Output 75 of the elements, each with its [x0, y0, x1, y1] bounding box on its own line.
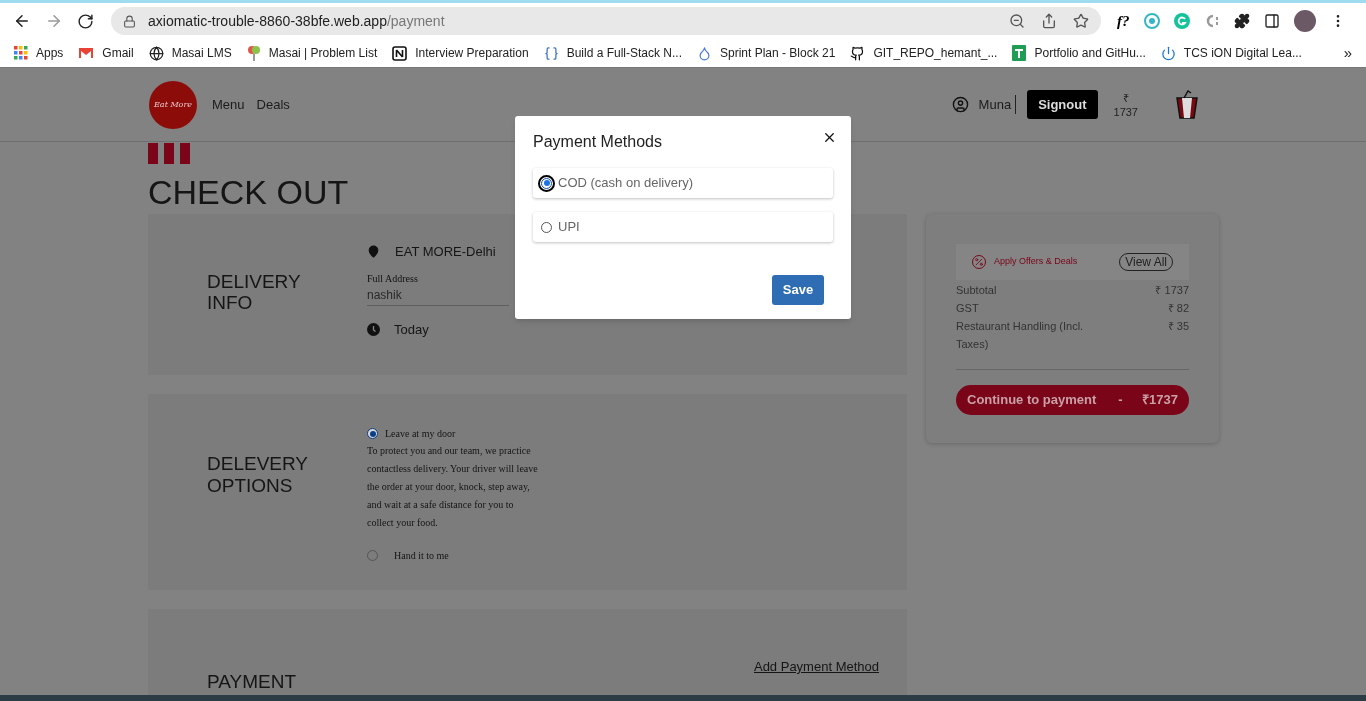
summary-amount: ₹ 1737: [1155, 283, 1189, 298]
sheet-icon: [1012, 45, 1027, 61]
mail-icon: [78, 47, 95, 59]
bucket-icon[interactable]: [1174, 89, 1200, 120]
braces-icon: [543, 45, 559, 61]
summary-amount: ₹ 82: [1167, 301, 1189, 316]
close-icon[interactable]: [822, 130, 837, 145]
payment-option[interactable]: COD (cash on delivery): [533, 168, 833, 198]
globe-icon: [148, 45, 164, 61]
extension-text[interactable]: f?: [1117, 9, 1130, 33]
address-bar[interactable]: axiomatic-trouble-8860-38bfe.web.app/payment: [111, 7, 1101, 35]
section-heading: DELEVERY OPTIONS: [207, 453, 309, 497]
balloon-icon: [246, 45, 261, 61]
currency-symbol: ₹: [1122, 90, 1129, 105]
bookmark-item[interactable]: Masai LMS: [148, 44, 232, 62]
apps-grid-icon: [14, 46, 28, 60]
share-icon[interactable]: [1041, 13, 1057, 29]
url-text: axiomatic-trouble-8860-38bfe.web.app/payment: [148, 11, 445, 31]
offers-bar[interactable]: Apply Offers & Deals View All: [956, 244, 1189, 280]
field-label: Full Address: [367, 271, 419, 286]
back-icon[interactable]: [13, 12, 31, 30]
delivery-time: Today: [394, 320, 429, 339]
bookmark-item[interactable]: Sprint Plan - Block 21: [697, 44, 836, 62]
restaurant-location: EAT MORE-Delhi: [395, 243, 496, 261]
section-heading: DELIVERY INFO: [207, 271, 302, 313]
option-label: Hand it to me: [394, 549, 449, 563]
save-button[interactable]: Save: [772, 275, 824, 305]
bookmark-item[interactable]: TCS iON Digital Lea...: [1160, 44, 1302, 62]
puzzle-icon[interactable]: [1233, 13, 1250, 29]
bookmarks-overflow[interactable]: »: [1343, 41, 1352, 65]
reload-icon[interactable]: [77, 12, 94, 30]
summary-label: GST: [956, 301, 980, 316]
drop-icon: [697, 45, 712, 61]
star-icon[interactable]: [1073, 13, 1089, 29]
signout-button[interactable]: Signout: [1027, 90, 1098, 119]
add-payment-link[interactable]: Add Payment Method: [753, 657, 879, 677]
bookmark-item[interactable]: Build a Full-Stack N...: [543, 44, 682, 62]
section-heading: PAYMENT: [207, 670, 297, 694]
bookmark-item[interactable]: Masai | Problem List: [246, 44, 378, 62]
nav-link[interactable]: Deals: [256, 94, 290, 115]
bookmark-item[interactable]: GIT_REPO_hemant_...: [850, 44, 998, 62]
bookmark-item[interactable]: Interview Preparation: [392, 44, 529, 62]
user-icon[interactable]: [951, 96, 969, 113]
option-label: Leave at my door: [385, 427, 456, 441]
summary-label: Restaurant Handling (Incl. Taxes): [956, 319, 1085, 352]
dialog-title: Payment Methods: [533, 132, 662, 152]
avatar-icon[interactable]: [1293, 10, 1316, 32]
offers-text: Apply Offers & Deals: [994, 255, 1078, 269]
radio-button[interactable]: [367, 428, 378, 439]
bookmark-item[interactable]: Gmail: [78, 44, 134, 62]
continue-payment-button[interactable]: Continue to payment - ₹1737: [956, 385, 1189, 415]
option-description: To protect you and our team, we practice contactless delivery. Your driver will leave the order at your door, knock, step away, and wait at a safe distance for you to collect your food.: [367, 444, 539, 530]
bookmark-item[interactable]: Portfolio and GitHu...: [1012, 44, 1146, 62]
logo[interactable]: Eat More: [149, 80, 197, 129]
side-panel-icon[interactable]: [1263, 13, 1280, 29]
lock-icon: [123, 14, 136, 28]
nav-link[interactable]: Menu: [212, 94, 245, 115]
payment-option[interactable]: UPI: [533, 212, 833, 242]
stripes-icon: [148, 143, 190, 164]
page-title: CHECK OUT: [148, 172, 349, 212]
address-field[interactable]: nashik: [367, 285, 509, 306]
clock-icon: [367, 322, 380, 336]
github-icon: [850, 45, 866, 61]
cart-total: 1737: [1113, 104, 1138, 119]
notion-icon: [392, 45, 408, 61]
radio-button[interactable]: [541, 177, 552, 189]
summary-label: Subtotal: [956, 283, 998, 298]
summary-amount: ₹ 35: [1167, 319, 1189, 334]
forward-icon[interactable]: [45, 12, 63, 30]
user-name: Muna: [978, 94, 1017, 115]
power-icon: [1160, 45, 1176, 61]
percent-icon: [972, 255, 986, 269]
bookmark-item[interactable]: Apps: [14, 44, 64, 62]
zoom-out-icon[interactable]: [1009, 13, 1025, 29]
location-pin-icon: [367, 245, 380, 259]
